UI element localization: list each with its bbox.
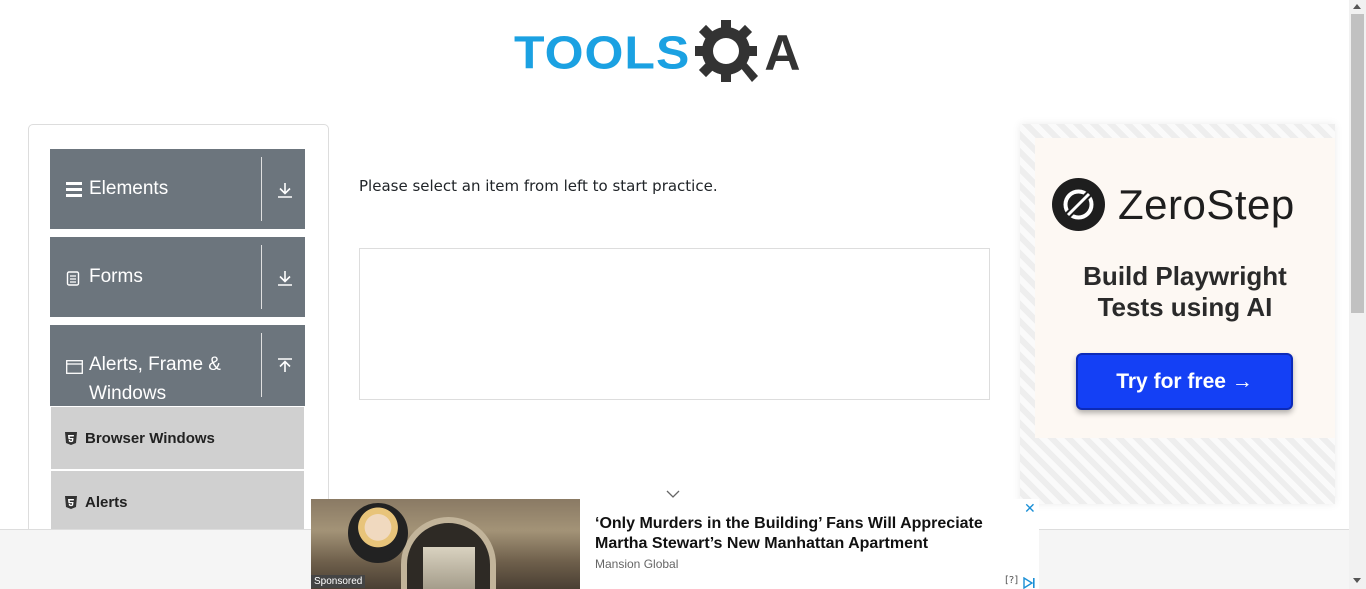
zerostep-brand: ZeroStep: [1118, 180, 1295, 228]
zerostep-tagline: Build Playwright Tests using AI: [1035, 261, 1335, 323]
ad-headline[interactable]: ‘Only Murders in the Building’ Fans Will…: [595, 514, 1015, 554]
tagline-line2: Tests using AI: [1097, 292, 1273, 322]
divider: [261, 157, 262, 221]
sidebar-item-label: Browser Windows: [85, 429, 215, 447]
download-arrow-icon[interactable]: [276, 181, 294, 203]
content-frame: [359, 248, 990, 400]
gear-magnifier-icon: [692, 16, 764, 90]
sidebar-group-label: Forms: [89, 266, 143, 287]
zerostep-ad[interactable]: ZeroStep Build Playwright Tests using AI…: [1020, 124, 1335, 504]
zerostep-logo-icon: [1052, 178, 1105, 231]
close-icon[interactable]: ✕: [1024, 501, 1036, 517]
zerostep-logo: ZeroStep: [1052, 178, 1295, 231]
sidebar-group-label: Alerts, Frame &: [89, 354, 221, 375]
sidebar-group-alerts-frame-windows[interactable]: Alerts, Frame & Windows: [50, 325, 305, 406]
hamburger-icon: [66, 182, 82, 201]
document-icon: [66, 271, 80, 290]
sidebar-item-alerts[interactable]: Alerts: [51, 471, 304, 533]
page-scrollbar[interactable]: [1349, 0, 1366, 589]
scroll-down-arrow-icon[interactable]: [1353, 578, 1361, 583]
logo-text-a: A: [764, 25, 801, 81]
instruction-text: Please select an item from left to start…: [359, 177, 718, 195]
download-arrow-icon[interactable]: [276, 269, 294, 291]
divider: [261, 333, 262, 397]
scrollbar-thumb[interactable]: [1351, 14, 1364, 313]
divider: [261, 245, 262, 309]
sidebar-group-label: Elements: [89, 178, 169, 199]
sidebar-group-forms[interactable]: Forms: [50, 237, 305, 317]
archway-light: [423, 547, 475, 589]
window-icon: [66, 359, 83, 378]
sidebar-group-elements[interactable]: Elements: [50, 149, 305, 229]
sidebar-group-label-line2: Windows: [89, 383, 167, 404]
adchoices-icon[interactable]: [1022, 574, 1036, 589]
sidebar-item-label: Alerts: [85, 493, 128, 511]
toolsqa-logo[interactable]: TOOLS A: [514, 16, 840, 90]
ad-card: ZeroStep Build Playwright Tests using AI…: [1035, 138, 1335, 438]
sidebar: Elements Forms Alerts, Frame & Windows B…: [28, 124, 329, 544]
logo-text-tools: TOOLS: [514, 27, 691, 79]
ad-source[interactable]: Mansion Global: [595, 557, 678, 571]
html5-icon: [65, 431, 77, 445]
try-for-free-button[interactable]: Try for free →: [1076, 353, 1293, 410]
avatar: [348, 503, 408, 563]
html5-icon: [65, 495, 77, 509]
ad-image[interactable]: Sponsored: [311, 499, 580, 589]
sponsored-label: Sponsored: [311, 575, 366, 588]
tagline-line1: Build Playwright: [1083, 261, 1287, 291]
page: TOOLS A Elements Forms Alerts, Frame & W…: [0, 0, 1366, 589]
ad-help-link[interactable]: [?]: [1005, 575, 1018, 586]
bottom-ad[interactable]: Sponsored ‘Only Murders in the Building’…: [311, 499, 1039, 589]
scroll-up-arrow-icon[interactable]: [1353, 4, 1361, 9]
upload-arrow-icon[interactable]: [276, 357, 294, 379]
sidebar-item-browser-windows[interactable]: Browser Windows: [51, 407, 304, 469]
